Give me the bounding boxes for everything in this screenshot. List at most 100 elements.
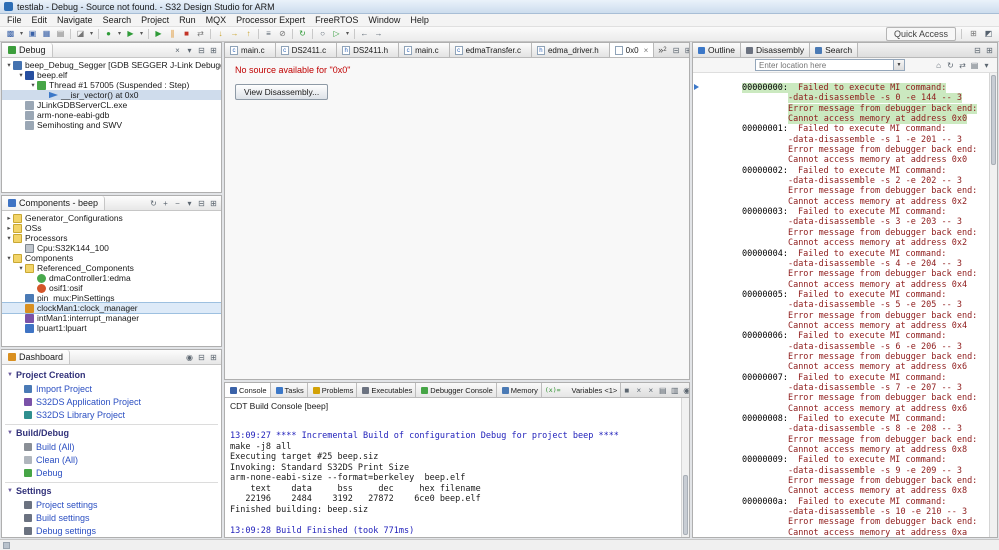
minimize-icon[interactable]: ⊟ (196, 45, 207, 56)
debug-tree-row[interactable]: arm-none-eabi-gdb (2, 110, 221, 120)
suspend-icon[interactable]: ∥ (166, 28, 179, 40)
restart-icon[interactable]: ↻ (296, 28, 309, 40)
console-area-tab[interactable]: Problems (307, 383, 358, 397)
terminate-icon[interactable]: ■ (621, 385, 632, 396)
view-disassembly-button[interactable]: View Disassembly... (235, 84, 329, 100)
scroll-lock-icon[interactable]: ▥ (669, 385, 680, 396)
section-twistie-icon[interactable]: ▼ (7, 372, 16, 378)
location-combo[interactable]: ▼ (755, 59, 905, 71)
dashboard-row[interactable]: S32DS Library Project (5, 408, 218, 421)
expander-icon[interactable]: ▾ (17, 71, 25, 79)
console-scrollbar[interactable] (681, 398, 689, 537)
back-icon[interactable]: ← (358, 28, 371, 40)
dashboard-row[interactable]: Debug (5, 466, 218, 479)
forward-icon[interactable]: → (372, 28, 385, 40)
debug-icon[interactable]: ● (102, 28, 115, 40)
dashboard-row[interactable]: Clean (All) (5, 453, 218, 466)
components-tree-row[interactable]: ▾ Processors (2, 233, 221, 243)
menu-item[interactable]: Processor Expert (231, 14, 310, 26)
maximize-icon[interactable]: ⊞ (984, 45, 995, 56)
new-wizard-icon[interactable]: ▩ (4, 28, 17, 40)
search-icon[interactable]: ○ (316, 28, 329, 40)
debug-tree-row[interactable]: ▾ beep_Debug_Segger [GDB SEGGER J-Link D… (2, 60, 221, 70)
expand-all-icon[interactable]: + (160, 198, 171, 209)
dashboard-row[interactable]: Build (All) (5, 440, 218, 453)
terminate-icon[interactable]: ■ (180, 28, 193, 40)
editor-tab[interactable]: DS2411.c (275, 43, 338, 57)
dashboard-row[interactable]: Build settings (5, 511, 218, 524)
menu-item[interactable]: Project (136, 14, 174, 26)
editor-tab[interactable]: main.c (399, 43, 450, 57)
components-tree-row[interactable]: Cpu:S32K144_100 (2, 243, 221, 253)
menu-item[interactable]: Window (363, 14, 405, 26)
clear-console-icon[interactable]: ▤ (657, 385, 668, 396)
components-tree-row[interactable]: intMan1:interrupt_manager (2, 313, 221, 323)
editor-tab[interactable]: main.c (225, 43, 276, 57)
dashboard-row[interactable]: ▼ Build/Debug (5, 424, 218, 440)
components-tree-row[interactable]: lpuart1:lpuart (2, 323, 221, 333)
right-stack-tab[interactable]: Outline (693, 43, 741, 57)
view-menu-icon[interactable]: ▾ (184, 45, 195, 56)
section-twistie-icon[interactable]: ▼ (7, 430, 16, 436)
minimize-icon[interactable]: ⊟ (972, 45, 983, 56)
console-area-tab[interactable]: (x)= Variables <1> (541, 383, 622, 397)
menu-item[interactable]: Edit (27, 14, 53, 26)
menu-item[interactable]: Help (405, 14, 434, 26)
maximize-icon[interactable]: ⊞ (208, 352, 219, 363)
menu-item[interactable]: Navigate (52, 14, 98, 26)
disconnect-icon[interactable]: ⇄ (194, 28, 207, 40)
console-area-tab[interactable]: Memory (496, 383, 542, 397)
refresh-icon[interactable]: ↻ (148, 198, 159, 209)
components-tree-row[interactable]: clockMan1:clock_manager (2, 302, 221, 314)
scrollbar-thumb[interactable] (683, 475, 688, 535)
components-tree-row[interactable]: ▾ Referenced_Components (2, 263, 221, 273)
debug-tree-row[interactable]: JLinkGDBServerCL.exe (2, 100, 221, 110)
debug-tree-row[interactable]: ▾ beep.elf (2, 70, 221, 80)
remove-all-terminated-icon[interactable]: × (172, 45, 183, 56)
run-icon[interactable]: ▶ (124, 28, 137, 40)
view-menu-icon[interactable]: ▾ (981, 60, 992, 71)
step-return-icon[interactable]: ↑ (242, 28, 255, 40)
dashboard-row[interactable]: Debug settings (5, 524, 218, 537)
combo-dropdown-icon[interactable]: ▼ (893, 60, 904, 70)
view-menu-icon[interactable]: ▾ (184, 198, 195, 209)
maximize-icon[interactable]: ⊞ (683, 45, 689, 56)
separator[interactable] (70, 29, 71, 39)
menu-item[interactable]: File (2, 14, 27, 26)
sync-icon[interactable]: ⇄ (957, 60, 968, 71)
debug-dropdown-icon[interactable]: ▾ (116, 28, 123, 40)
quick-access-button[interactable]: Quick Access (885, 27, 956, 41)
console-area-tab[interactable]: Executables (357, 383, 417, 397)
console-area-tab[interactable]: Console (225, 383, 271, 397)
separator[interactable] (148, 29, 149, 39)
expander-icon[interactable]: ▾ (29, 81, 37, 89)
dashboard-row[interactable]: ▼ Project Creation (5, 367, 218, 382)
components-tree-row[interactable]: osif1:osif (2, 283, 221, 293)
dashboard-row[interactable]: S32DS Application Project (5, 395, 218, 408)
remove-all-launches-icon[interactable]: × (645, 385, 656, 396)
save-icon[interactable]: ▣ (26, 28, 39, 40)
separator[interactable] (354, 29, 355, 39)
pin-icon[interactable]: ◉ (184, 352, 195, 363)
print-icon[interactable]: ▤ (54, 28, 67, 40)
step-over-icon[interactable]: → (228, 28, 241, 40)
components-tree-row[interactable]: ▸ Generator_Configurations (2, 213, 221, 223)
components-tree-row[interactable]: pin_mux:PinSettings (2, 293, 221, 303)
remove-launch-icon[interactable]: × (633, 385, 644, 396)
pin-console-icon[interactable]: ◉ (681, 385, 689, 396)
menu-item[interactable]: FreeRTOS (310, 14, 363, 26)
components-tree-row[interactable]: dmaController1:edma (2, 273, 221, 283)
menu-item[interactable]: Search (98, 14, 137, 26)
step-into-icon[interactable]: ↓ (214, 28, 227, 40)
debug-tree-row[interactable]: ▾ Thread #1 57005 (Suspended : Step) (2, 80, 221, 90)
expander-icon[interactable]: ▾ (17, 264, 25, 272)
maximize-icon[interactable]: ⊞ (208, 198, 219, 209)
open-perspective-icon[interactable]: ⊞ (967, 28, 980, 40)
minimize-icon[interactable]: ⊟ (196, 198, 207, 209)
separator[interactable] (210, 29, 211, 39)
right-stack-tab[interactable]: Search (810, 43, 859, 57)
expander-icon[interactable]: ▸ (5, 224, 13, 232)
menu-item[interactable]: Run (174, 14, 201, 26)
instruction-stepping-icon[interactable]: ≡ (262, 28, 275, 40)
editor-tab[interactable]: edmaTransfer.c (449, 43, 532, 57)
